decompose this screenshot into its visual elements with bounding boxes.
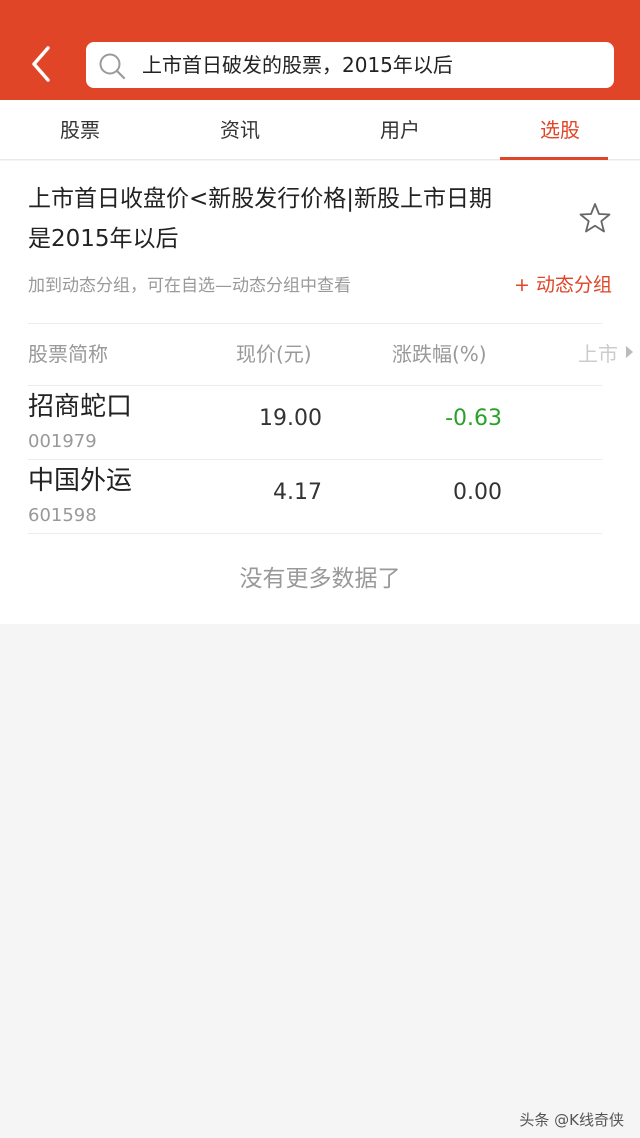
search-query-text: 上市首日破发的股票，2015年以后: [142, 53, 453, 77]
add-dynamic-group-button[interactable]: + 动态分组: [514, 269, 612, 301]
column-header-listing-clip: 上市: [578, 337, 618, 371]
column-header-listing[interactable]: 上市: [578, 337, 618, 371]
condition-line-2: 是2015年以后: [28, 226, 179, 252]
stock-change: 0.00: [453, 480, 502, 505]
column-header-price[interactable]: 现价(元): [236, 337, 312, 371]
stock-name[interactable]: 中国外运: [28, 463, 132, 499]
top-bar: 上市首日破发的股票，2015年以后: [0, 0, 640, 100]
condition-line-1: 上市首日收盘价<新股发行价格|新股上市日期: [28, 186, 493, 212]
tab-stock-picker[interactable]: 选股: [480, 100, 640, 160]
no-more-data-text: 没有更多数据了: [239, 566, 401, 592]
tab-stocks[interactable]: 股票: [0, 100, 160, 160]
stock-price: 4.17: [273, 480, 322, 505]
stock-name[interactable]: 招商蛇口: [28, 389, 132, 425]
stock-code: 001979: [28, 431, 97, 452]
divider: [28, 323, 602, 324]
back-arrow-icon: [32, 46, 50, 82]
divider: [28, 533, 602, 534]
stock-price: 19.00: [259, 406, 322, 431]
tab-news[interactable]: 资讯: [160, 100, 320, 160]
dynamic-group-hint: 加到动态分组，可在自选—动态分组中查看: [28, 276, 351, 296]
back-button[interactable]: [22, 44, 62, 84]
column-header-change[interactable]: 涨跌幅(%): [392, 337, 487, 371]
condition-title: 上市首日收盘价<新股发行价格|新股上市日期 是2015年以后: [28, 179, 558, 259]
star-icon[interactable]: [578, 201, 612, 235]
tab-users[interactable]: 用户: [320, 100, 480, 160]
search-input[interactable]: 上市首日破发的股票，2015年以后: [86, 42, 614, 88]
column-header-name[interactable]: 股票简称: [28, 337, 108, 371]
divider: [28, 385, 602, 386]
active-tab-indicator: [500, 157, 608, 160]
stock-change: -0.63: [445, 406, 502, 431]
chevron-right-icon[interactable]: [624, 345, 634, 359]
tab-bar: 股票 资讯 用户 选股: [0, 100, 640, 160]
stock-code: 601598: [28, 505, 97, 526]
watermark: 头条 @K线奇侠: [519, 1111, 624, 1129]
result-card: 上市首日收盘价<新股发行价格|新股上市日期 是2015年以后 加到动态分组，可在…: [0, 161, 640, 624]
divider: [28, 459, 602, 460]
search-icon: [99, 53, 126, 80]
